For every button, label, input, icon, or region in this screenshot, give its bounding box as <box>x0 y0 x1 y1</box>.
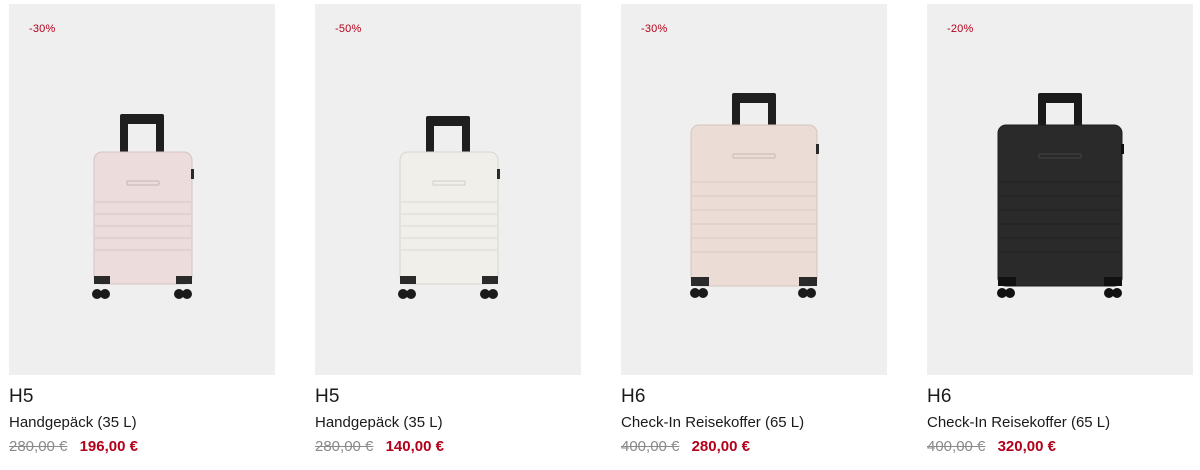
product-image[interactable]: -20% <box>927 4 1193 375</box>
product-card[interactable]: -50% H5 Handgepäck (35 L) 280,00 € 140,0… <box>315 4 581 464</box>
product-image[interactable]: -30% <box>621 4 887 375</box>
product-name[interactable]: Handgepäck (35 L) <box>315 414 443 431</box>
product-grid: -30% H5 Handgepäck (35 L) 280,00 € 196,0… <box>0 0 1200 470</box>
product-model[interactable]: H5 <box>9 386 34 408</box>
product-image[interactable]: -30% <box>9 4 275 375</box>
price-row: 280,00 € 140,00 € <box>315 438 444 455</box>
discount-badge: -50% <box>335 23 362 35</box>
product-card[interactable]: -30% H5 Handgepäck (35 L) 280,00 € 196,0… <box>9 4 275 464</box>
product-name[interactable]: Handgepäck (35 L) <box>9 414 137 431</box>
suitcase-image <box>997 93 1124 298</box>
product-model[interactable]: H6 <box>927 386 952 408</box>
sale-price: 196,00 € <box>79 438 138 455</box>
sale-price: 280,00 € <box>691 438 750 455</box>
product-card[interactable]: -20% H6 Check-In Reisekoffer (65 L) 400,… <box>927 4 1193 464</box>
original-price: 280,00 € <box>9 438 68 455</box>
original-price: 280,00 € <box>315 438 374 455</box>
suitcase-image <box>92 114 194 299</box>
product-image[interactable]: -50% <box>315 4 581 375</box>
original-price: 400,00 € <box>621 438 680 455</box>
original-price: 400,00 € <box>927 438 986 455</box>
discount-badge: -30% <box>29 23 56 35</box>
sale-price: 140,00 € <box>385 438 444 455</box>
price-row: 400,00 € 280,00 € <box>621 438 750 455</box>
discount-badge: -20% <box>947 23 974 35</box>
product-name[interactable]: Check-In Reisekoffer (65 L) <box>621 414 804 431</box>
product-name[interactable]: Check-In Reisekoffer (65 L) <box>927 414 1110 431</box>
product-model[interactable]: H6 <box>621 386 646 408</box>
price-row: 280,00 € 196,00 € <box>9 438 138 455</box>
sale-price: 320,00 € <box>997 438 1056 455</box>
product-model[interactable]: H5 <box>315 386 340 408</box>
suitcase-image <box>690 93 819 298</box>
discount-badge: -30% <box>641 23 668 35</box>
price-row: 400,00 € 320,00 € <box>927 438 1056 455</box>
suitcase-image <box>398 116 500 299</box>
product-card[interactable]: -30% H6 Check-In Reisekoffer (65 L) 400,… <box>621 4 887 464</box>
